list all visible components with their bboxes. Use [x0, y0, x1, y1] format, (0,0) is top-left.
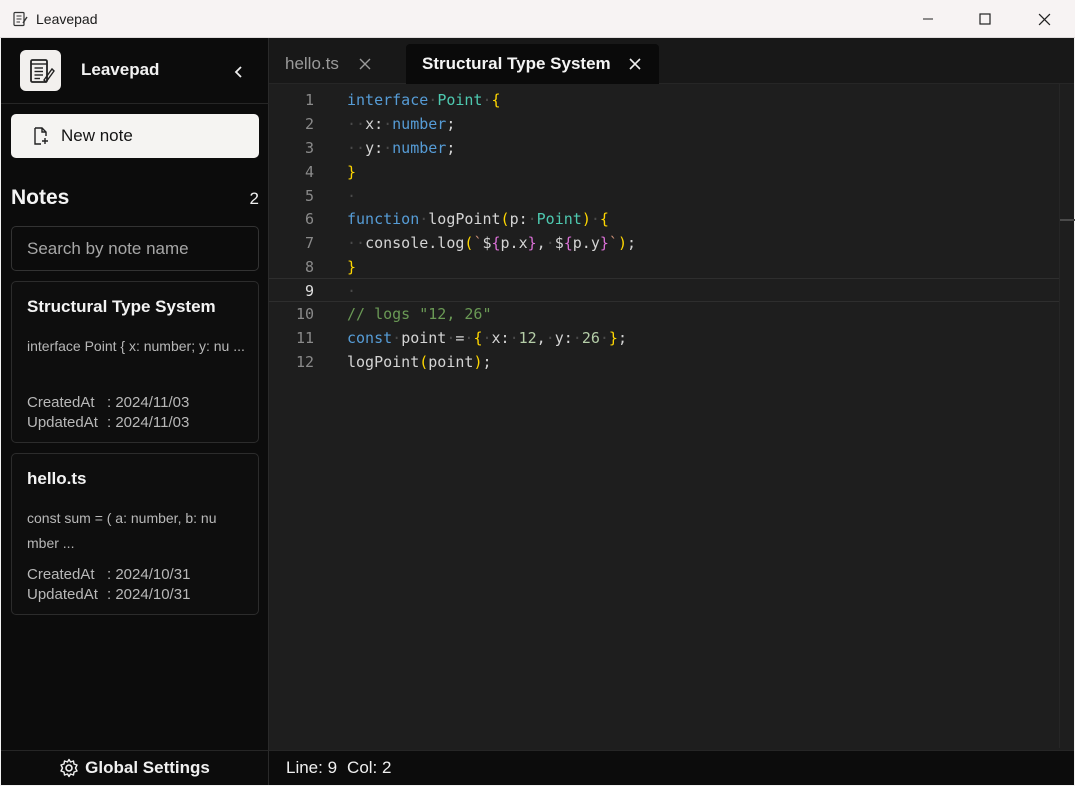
app-logo	[20, 50, 61, 91]
tab-structural-type-system[interactable]: Structural Type System	[406, 44, 659, 84]
close-tab-button[interactable]	[355, 54, 375, 74]
note-card-hello-ts[interactable]: hello.ts const sum = ( a: number, b: nu …	[11, 453, 259, 615]
editor-scrollbar[interactable]	[1059, 84, 1075, 748]
new-file-icon	[34, 127, 48, 145]
note-updated: UpdatedAt: 2024/10/31	[27, 586, 191, 603]
code-line: 8}	[304, 258, 357, 276]
note-card-structural-type-system[interactable]: Structural Type System interface Point {…	[11, 281, 259, 443]
code-line: 5 ·	[304, 187, 357, 205]
app-name: Leavepad	[81, 60, 160, 79]
code-line: 7 ··console.log(`${p.x},·${p.y}`);	[304, 234, 636, 252]
maximize-icon	[979, 13, 991, 25]
code-line: 12 logPoint(point);	[295, 353, 492, 371]
sidebar: Leavepad New note Notes 2 Structural T	[1, 38, 269, 750]
note-created: CreatedAt: 2024/11/03	[27, 394, 190, 411]
minimize-button[interactable]	[899, 0, 957, 38]
notepad-icon	[29, 58, 55, 83]
code-line: 2 ··x:·number;	[304, 115, 456, 133]
new-note-label: New note	[61, 126, 133, 145]
minimize-icon	[923, 18, 933, 20]
tab-bar: hello.ts Structural Type System	[269, 38, 1074, 84]
status-bar: Line: 9 Col: 2	[269, 750, 1074, 785]
sidebar-header: Leavepad	[1, 38, 269, 104]
global-settings-button[interactable]: Global Settings	[1, 750, 269, 785]
tab-label: hello.ts	[285, 54, 339, 73]
new-note-button[interactable]: New note	[11, 114, 259, 158]
collapse-sidebar-button[interactable]	[227, 60, 251, 84]
notepad-icon	[13, 11, 28, 26]
code-line: 6 function·logPoint(p:·Point)·{	[304, 210, 609, 228]
note-preview: const sum = ( a: number, b: nu mber ...	[27, 510, 217, 551]
code-editor[interactable]: 1 interface·Point·{ 2 ··x:·number; 3 ··y:·n…	[269, 84, 1059, 748]
notes-header: Notes 2	[11, 184, 259, 212]
window-title: Leavepad	[36, 10, 98, 27]
gear-icon	[60, 758, 78, 778]
note-created: CreatedAt: 2024/10/31	[27, 566, 191, 583]
code-line-current: 9 ·	[269, 278, 1059, 302]
close-icon	[1038, 13, 1050, 25]
code-line: 3 ··y:·number;	[304, 139, 456, 157]
note-preview: interface Point { x: number; y: nu ...	[27, 338, 245, 354]
note-updated: UpdatedAt: 2024/11/03	[27, 414, 190, 431]
code-line: 4}	[304, 163, 357, 181]
cursor-line: Line: 9	[286, 758, 338, 777]
notes-heading: Notes	[11, 186, 70, 209]
code-line: 11 const·point·=·{·x:·12,·y:·26·};	[295, 329, 627, 347]
close-tab-button[interactable]	[625, 54, 645, 74]
cursor-col: Col: 2	[347, 758, 392, 777]
close-icon	[629, 58, 641, 70]
note-title: hello.ts	[27, 469, 87, 488]
close-window-button[interactable]	[1015, 0, 1073, 38]
global-settings-label: Global Settings	[85, 758, 210, 777]
tab-hello-ts[interactable]: hello.ts	[285, 44, 375, 84]
tab-label: Structural Type System	[422, 54, 611, 73]
chevron-left-icon	[234, 66, 242, 78]
maximize-button[interactable]	[956, 0, 1014, 38]
code-line: 1 interface·Point·{	[304, 91, 501, 109]
search-input[interactable]	[11, 226, 259, 271]
code-line: 10// logs "12, 26"	[295, 305, 492, 323]
notes-count: 2	[249, 189, 259, 208]
app-body: Leavepad New note Notes 2 Structural T	[1, 38, 1075, 785]
close-icon	[359, 58, 371, 70]
title-bar: Leavepad	[0, 0, 1075, 38]
note-title: Structural Type System	[27, 297, 216, 316]
